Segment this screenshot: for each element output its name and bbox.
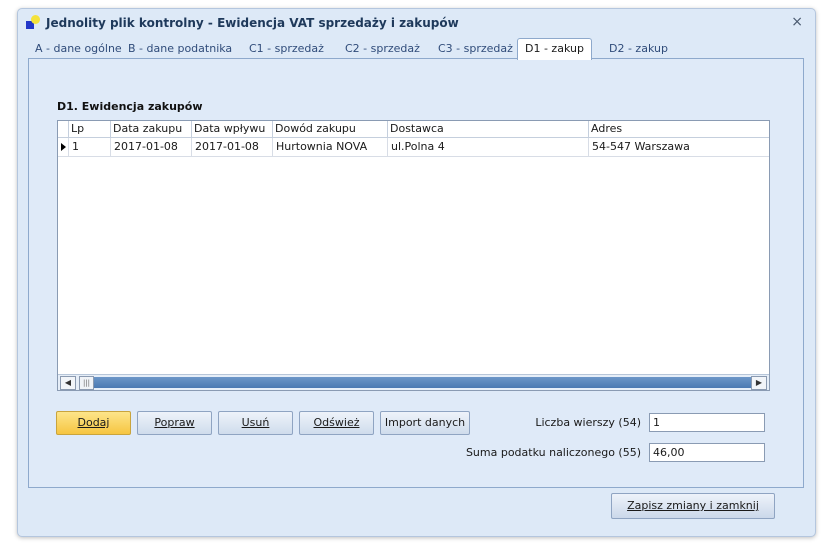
tax-sum-field[interactable]: 46,00 — [649, 443, 765, 462]
horizontal-scrollbar[interactable]: ◀ ||| ▶ — [58, 374, 769, 390]
cell-receipt-date: 2017-01-08 — [191, 138, 259, 156]
tab-c1-sales[interactable]: C1 - sprzedaż — [242, 39, 331, 58]
delete-button[interactable]: Usuń — [218, 411, 293, 435]
window-title: Jednolity plik kontrolny - Ewidencja VAT… — [46, 16, 459, 30]
add-button-label: Dodaj — [77, 416, 110, 429]
rows-count-field[interactable]: 1 — [649, 413, 765, 432]
refresh-button-label: Odśwież — [313, 416, 360, 429]
edit-button[interactable]: Popraw — [137, 411, 212, 435]
col-purchase-date[interactable]: Data zakupu — [110, 121, 182, 137]
scroll-track[interactable] — [94, 377, 751, 388]
table-row[interactable]: 1 2017-01-08 2017-01-08 Hurtownia NOVA u… — [58, 138, 769, 157]
col-purchase-doc[interactable]: Dowód zakupu — [272, 121, 356, 137]
cell-purchase-date: 2017-01-08 — [110, 138, 178, 156]
cell-supplier: ul.Polna 4 — [387, 138, 445, 156]
tab-c3-sales[interactable]: C3 - sprzedaż — [431, 39, 520, 58]
cell-address: 54-547 Warszawa — [588, 138, 690, 156]
import-button-label: Import danych — [384, 416, 466, 429]
tab-d1-purchase[interactable]: D1 - zakup — [517, 38, 592, 60]
col-supplier[interactable]: Dostawca — [387, 121, 444, 137]
right-arrow-icon[interactable]: ▶ — [751, 376, 767, 390]
tax-sum-label: Suma podatku naliczonego (55) — [465, 446, 641, 459]
tab-d2-purchase[interactable]: D2 - zakup — [602, 39, 675, 58]
purchases-grid[interactable]: Lp Data zakupu Data wpływu Dowód zakupu … — [57, 120, 770, 391]
cell-lp: 1 — [68, 138, 79, 156]
col-receipt-date[interactable]: Data wpływu — [191, 121, 265, 137]
title-bar: Jednolity plik kontrolny - Ewidencja VAT… — [18, 9, 815, 37]
col-address[interactable]: Adres — [588, 121, 622, 137]
add-button[interactable]: Dodaj — [56, 411, 131, 435]
rows-count-label: Liczba wierszy (54) — [535, 416, 641, 429]
tab-c2-sales[interactable]: C2 - sprzedaż — [338, 39, 427, 58]
edit-button-label: Popraw — [154, 416, 195, 429]
save-close-label: Zapisz zmiany i zamknij — [627, 499, 759, 512]
app-icon — [26, 15, 40, 30]
tab-a-general[interactable]: A - dane ogólne — [28, 39, 129, 58]
tab-b-taxpayer[interactable]: B - dane podatnika — [121, 39, 239, 58]
close-icon[interactable]: × — [791, 14, 803, 30]
delete-button-label: Usuń — [241, 416, 270, 429]
row-pointer-icon — [61, 143, 66, 151]
col-lp[interactable]: Lp — [68, 121, 84, 137]
left-arrow-icon[interactable]: ◀ — [60, 376, 76, 390]
grid-header: Lp Data zakupu Data wpływu Dowód zakupu … — [58, 121, 769, 138]
save-close-button[interactable]: Zapisz zmiany i zamknij — [611, 493, 775, 519]
section-title: D1. Ewidencja zakupów — [57, 100, 203, 113]
scroll-thumb[interactable]: ||| — [79, 376, 94, 390]
refresh-button[interactable]: Odśwież — [299, 411, 374, 435]
tab-panel: D1. Ewidencja zakupów Lp Data zakupu Dat… — [28, 58, 804, 488]
main-window: Jednolity plik kontrolny - Ewidencja VAT… — [17, 8, 816, 537]
cell-purchase-doc: Hurtownia NOVA — [272, 138, 367, 156]
import-button[interactable]: Import danych — [380, 411, 470, 435]
